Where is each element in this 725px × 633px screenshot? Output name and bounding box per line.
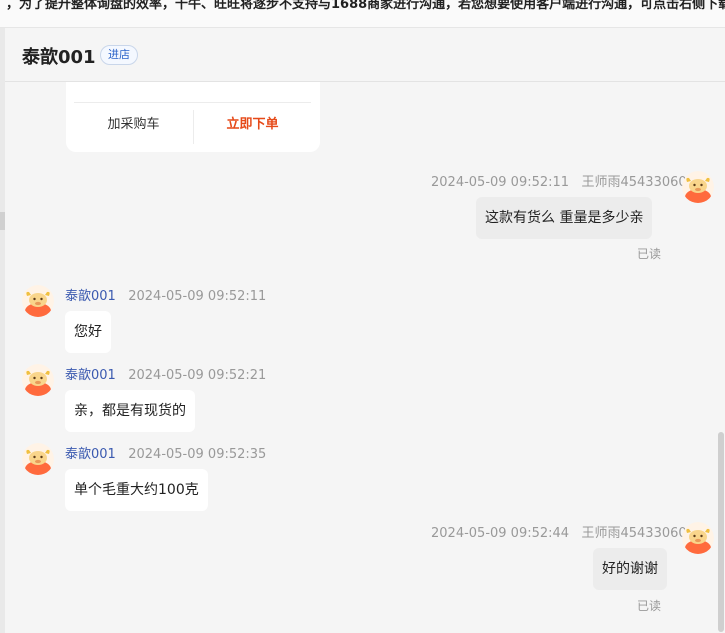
message-meta: 2024-05-09 09:52:11 王师雨45433060 — [431, 171, 687, 190]
chat-panel: 泰歆001 进店 加采购车 立即下单 2024-05-09 09:52:11 王… — [5, 28, 725, 633]
enter-shop-button[interactable]: 进店 — [100, 45, 138, 65]
message-bubble[interactable]: 亲，都是有现货的 — [65, 390, 195, 432]
message-bubble[interactable]: 这款有货么 重量是多少亲 — [476, 197, 653, 239]
message-time: 2024-05-09 09:52:11 — [128, 289, 267, 304]
order-now-button[interactable]: 立即下单 — [194, 103, 311, 146]
message-meta: 泰歆001 2024-05-09 09:52:11 — [65, 285, 266, 304]
ox-mascot-avatar-icon[interactable] — [22, 364, 54, 396]
message-meta: 泰歆001 2024-05-09 09:52:21 — [65, 364, 266, 383]
ox-mascot-avatar-icon[interactable] — [682, 522, 714, 554]
message-bubble[interactable]: 单个毛重大约100克 — [65, 469, 208, 511]
message-meta: 2024-05-09 09:52:44 王师雨45433060 — [431, 522, 687, 541]
message-sender: 王师雨45433060 — [581, 526, 687, 541]
message-time: 2024-05-09 09:52:44 — [431, 526, 570, 541]
add-to-cart-button[interactable]: 加采购车 — [74, 103, 193, 146]
contact-name: 泰歆001 — [22, 47, 96, 68]
ox-mascot-avatar-icon[interactable] — [682, 171, 714, 203]
message-sender[interactable]: 泰歆001 — [65, 368, 116, 383]
product-card: 加采购车 立即下单 — [66, 82, 320, 152]
message-sender[interactable]: 泰歆001 — [65, 289, 116, 304]
notice-text: ，为了提升整体询盘的效率，千牛、旺旺将逐步不支持与1688商家进行沟通，若您想要… — [6, 0, 725, 12]
ox-mascot-avatar-icon[interactable] — [22, 285, 54, 317]
message-time: 2024-05-09 09:52:21 — [128, 368, 267, 383]
message-bubble[interactable]: 好的谢谢 — [593, 548, 667, 590]
message-bubble[interactable]: 您好 — [65, 311, 111, 353]
read-status: 已读 — [637, 599, 662, 613]
read-status: 已读 — [637, 247, 662, 261]
ox-mascot-avatar-icon[interactable] — [22, 443, 54, 475]
message-sender: 王师雨45433060 — [581, 175, 687, 190]
message-time: 2024-05-09 09:52:11 — [431, 175, 570, 190]
chat-scrollbar[interactable] — [718, 432, 724, 632]
message-meta: 泰歆001 2024-05-09 09:52:35 — [65, 443, 266, 462]
notice-banner: ，为了提升整体询盘的效率，千牛、旺旺将逐步不支持与1688商家进行沟通，若您想要… — [0, 0, 725, 28]
message-time: 2024-05-09 09:52:35 — [128, 447, 267, 462]
message-sender[interactable]: 泰歆001 — [65, 447, 116, 462]
chat-header: 泰歆001 进店 — [5, 28, 725, 82]
